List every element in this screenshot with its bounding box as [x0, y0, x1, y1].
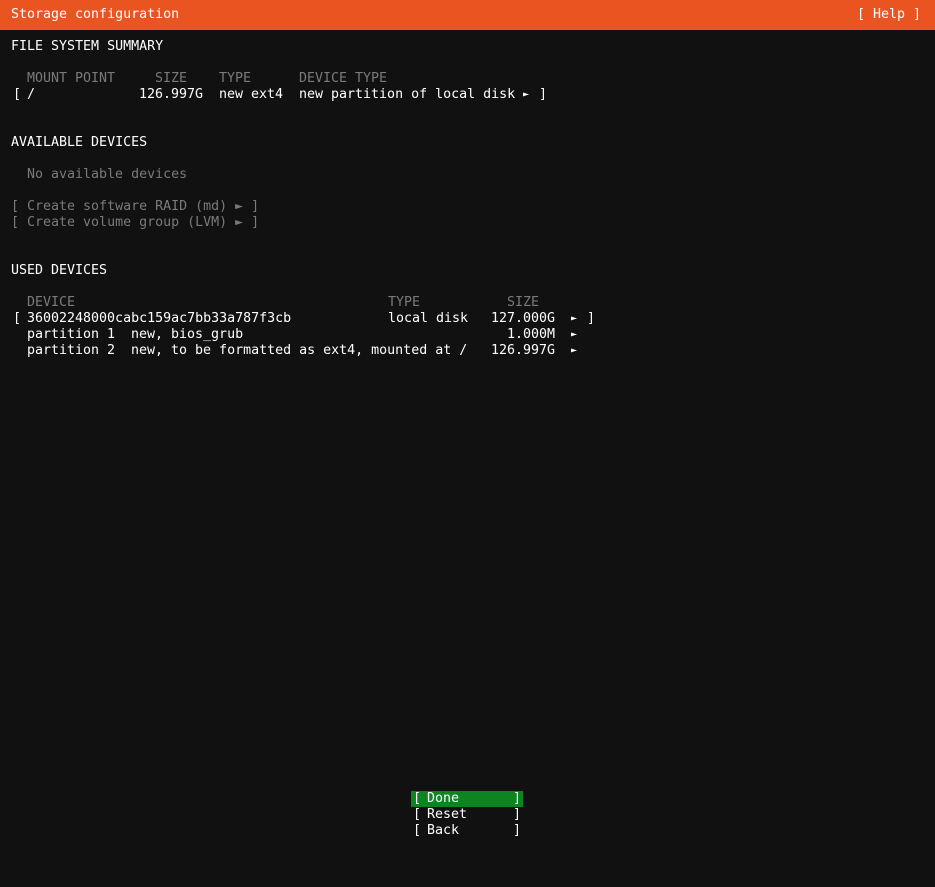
- partition-name: partition 2: [27, 343, 116, 358]
- reset-close-bracket: ]: [512, 807, 521, 822]
- mount-point-value: /: [27, 87, 36, 102]
- row-open-bracket: [: [13, 87, 22, 102]
- size-value: 126.997G: [139, 87, 204, 102]
- type-value: new ext4: [219, 87, 284, 102]
- back-button[interactable]: [ Back ]: [411, 823, 523, 839]
- row-close-bracket: ]: [539, 87, 548, 102]
- reset-open-bracket: [: [413, 807, 422, 822]
- fs-summary-heading: FILE SYSTEM SUMMARY: [11, 39, 164, 54]
- no-available-devices-text: No available devices: [27, 167, 188, 182]
- expand-arrow-icon[interactable]: ►: [523, 87, 529, 103]
- disk-id: 36002248000cabc159ac7bb33a787f3cb: [27, 311, 292, 326]
- partition-desc: new, bios_grub: [131, 327, 244, 342]
- expand-arrow-icon[interactable]: ►: [571, 311, 577, 327]
- back-close-bracket: ]: [512, 823, 521, 838]
- device-type-value: new partition of local disk: [299, 87, 516, 102]
- disk-size: 127.000G: [491, 311, 556, 326]
- partition-size: 126.997G: [491, 343, 556, 358]
- partition-name: partition 1: [27, 327, 116, 342]
- row-open-bracket: [: [13, 311, 22, 326]
- done-open-bracket: [: [413, 791, 422, 806]
- partition-size: 1.000M: [507, 327, 556, 342]
- done-close-bracket: ]: [512, 791, 521, 806]
- used-devices-heading: USED DEVICES: [11, 263, 108, 278]
- expand-arrow-icon[interactable]: ►: [571, 343, 577, 359]
- col-size: SIZE: [155, 71, 188, 86]
- expand-arrow-icon[interactable]: ►: [571, 327, 577, 343]
- back-open-bracket: [: [413, 823, 422, 838]
- col-device-type: DEVICE TYPE: [299, 71, 388, 86]
- partition-desc: new, to be formatted as ext4, mounted at…: [131, 343, 468, 358]
- col-type: TYPE: [219, 71, 252, 86]
- back-label: Back: [427, 823, 460, 838]
- reset-button[interactable]: [ Reset ]: [411, 807, 523, 823]
- col-mount-point: MOUNT POINT: [27, 71, 116, 86]
- row-close-bracket: ]: [587, 311, 596, 326]
- reset-label: Reset: [427, 807, 468, 822]
- col-type: TYPE: [388, 295, 421, 310]
- create-lvm-button[interactable]: [ Create volume group (LVM) ► ]: [11, 215, 259, 231]
- create-raid-button[interactable]: [ Create software RAID (md) ► ]: [11, 199, 259, 215]
- done-label: Done: [427, 791, 460, 806]
- col-device: DEVICE: [27, 295, 76, 310]
- help-button[interactable]: [ Help ]: [857, 7, 921, 23]
- page-title: Storage configuration: [11, 7, 180, 22]
- available-devices-heading: AVAILABLE DEVICES: [11, 135, 148, 150]
- done-button[interactable]: [ Done ]: [411, 791, 523, 807]
- title-bar: Storage configuration [ Help ]: [0, 0, 935, 30]
- col-size: SIZE: [507, 295, 540, 310]
- disk-type: local disk: [388, 311, 469, 326]
